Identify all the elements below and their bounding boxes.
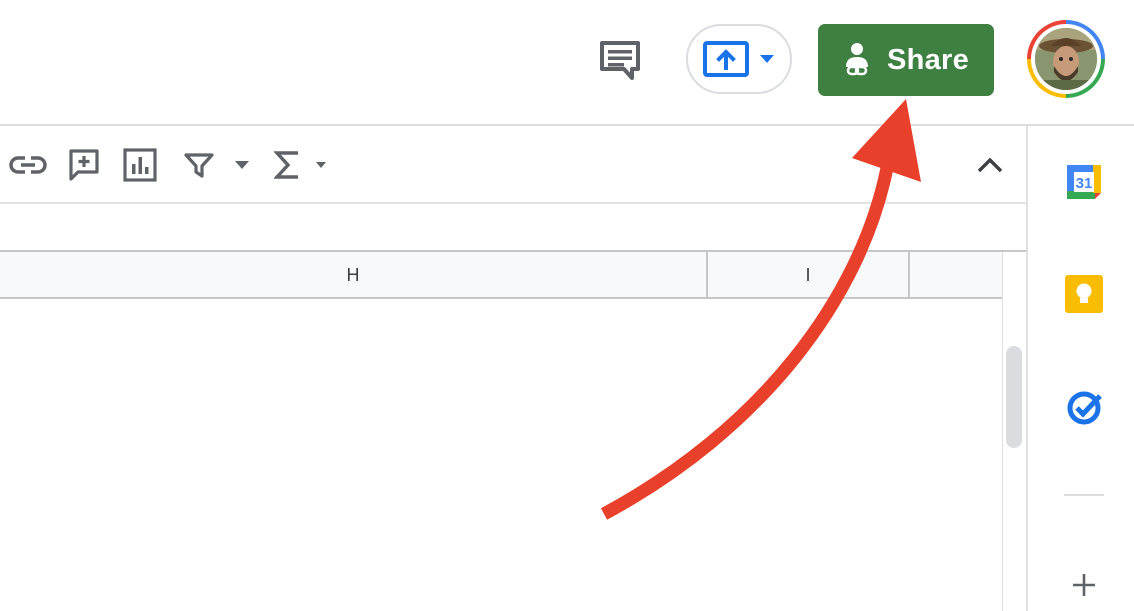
present-button[interactable] <box>686 24 792 94</box>
insert-link-button[interactable] <box>8 148 48 182</box>
column-header-label: H <box>346 264 360 285</box>
create-filter-button[interactable] <box>182 148 216 182</box>
account-avatar-button[interactable] <box>1027 20 1105 98</box>
chevron-down-icon[interactable] <box>759 54 775 64</box>
side-panel-divider <box>1064 494 1104 496</box>
functions-dropdown-button[interactable] <box>312 148 330 182</box>
comments-icon <box>600 41 640 80</box>
share-button[interactable]: Share <box>818 24 994 96</box>
chevron-down-icon <box>316 162 326 168</box>
avatar-ring-gap <box>1031 24 1101 94</box>
add-addon-button[interactable] <box>1064 564 1104 604</box>
calendar-button[interactable]: 31 <box>1064 162 1104 202</box>
scrollbar-thumb[interactable] <box>1006 346 1022 448</box>
hide-menus-button[interactable] <box>970 148 1010 182</box>
calendar-icon: 31 <box>1067 165 1101 199</box>
comments-button[interactable] <box>596 38 644 82</box>
tasks-icon <box>1067 391 1102 425</box>
column-header-i[interactable]: I <box>708 252 910 298</box>
sigma-icon <box>274 151 298 179</box>
person-link-icon <box>845 43 868 76</box>
chart-icon <box>123 148 157 182</box>
insert-chart-button[interactable] <box>122 148 158 182</box>
chevron-down-icon <box>235 161 249 169</box>
tasks-button[interactable] <box>1064 388 1104 428</box>
link-icon <box>9 156 47 174</box>
top-bar: Share <box>0 0 1134 124</box>
avatar <box>1035 28 1097 90</box>
toolbar <box>0 126 1026 202</box>
column-header-label: I <box>805 264 811 285</box>
chevron-up-icon <box>977 157 1003 173</box>
insert-comment-button[interactable] <box>66 148 102 182</box>
share-label: Share <box>886 43 970 76</box>
present-upload-icon <box>703 41 749 77</box>
cell-grid[interactable] <box>0 299 1002 611</box>
formula-bar[interactable] <box>0 204 1026 250</box>
column-header-next[interactable] <box>910 252 1002 298</box>
keep-icon <box>1065 275 1103 313</box>
functions-button[interactable] <box>270 148 304 182</box>
calendar-day: 31 <box>1076 175 1093 192</box>
user-avatar-photo <box>1035 28 1097 90</box>
column-header-h[interactable]: H <box>0 252 708 298</box>
add-comment-icon <box>69 149 99 181</box>
keep-button[interactable] <box>1064 274 1104 314</box>
side-panel: 31 <box>1028 126 1134 611</box>
filter-dropdown-button[interactable] <box>230 148 254 182</box>
filter-icon <box>184 153 214 178</box>
column-header-row: H I <box>0 252 1002 298</box>
plus-icon <box>1073 574 1095 596</box>
